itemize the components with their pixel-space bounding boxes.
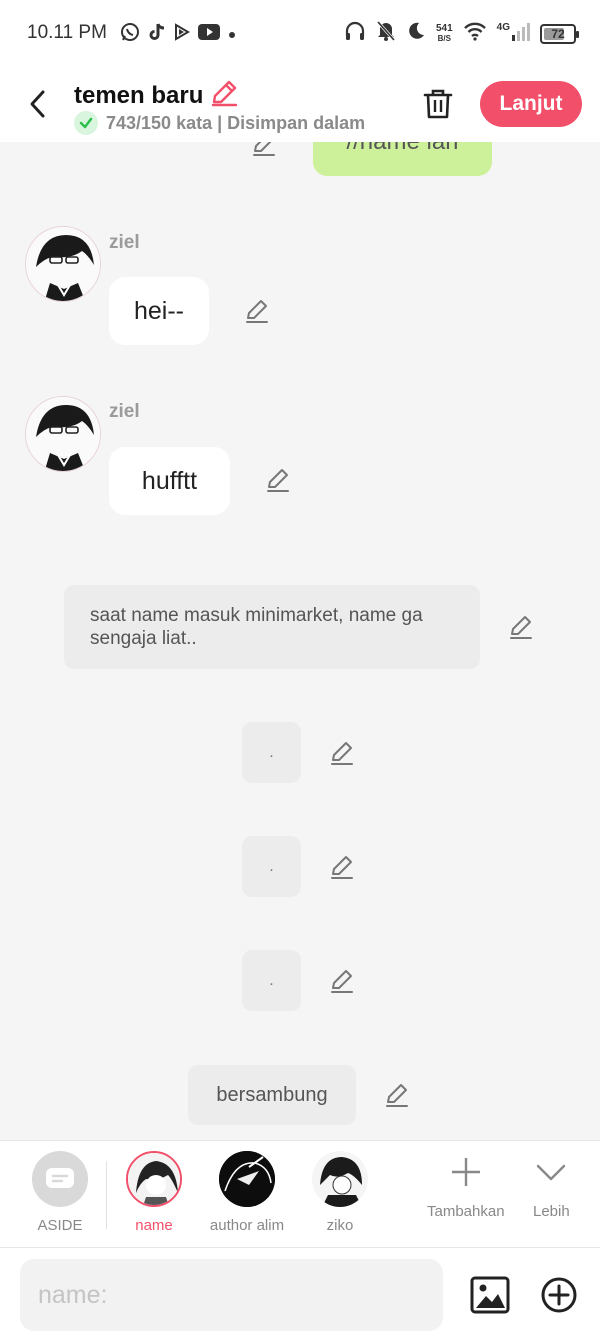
narration-bubble[interactable]: .	[242, 722, 301, 783]
status-time: 10.11 PM	[27, 22, 107, 43]
add-character-button[interactable]: Tambahkan	[427, 1155, 505, 1220]
character-label: ASIDE	[37, 1217, 83, 1234]
plus-icon	[451, 1158, 480, 1186]
wifi-icon	[463, 21, 487, 46]
next-button[interactable]: Lanjut	[480, 81, 582, 127]
character-name[interactable]: name	[109, 1151, 199, 1234]
own-message-bubble[interactable]: //name lari	[313, 142, 492, 176]
play-icon	[174, 23, 190, 46]
edit-message-button[interactable]	[328, 967, 356, 995]
add-button[interactable]	[540, 1276, 578, 1314]
message-bubble[interactable]: hei--	[109, 277, 209, 345]
battery-level: 72	[551, 26, 565, 41]
avatar[interactable]	[25, 226, 101, 302]
plus-circle-icon	[541, 1277, 577, 1313]
character-label: name	[135, 1217, 173, 1234]
edit-message-button[interactable]	[250, 142, 278, 158]
insert-image-button[interactable]	[470, 1275, 510, 1315]
character-bar: ASIDE name author alim ziko Tambahkan Le…	[0, 1140, 600, 1248]
message-bubble[interactable]: hufftt	[109, 447, 230, 515]
avatar	[312, 1151, 368, 1207]
chevron-down-icon	[537, 1164, 566, 1181]
pencil-icon	[246, 300, 268, 323]
avatar[interactable]	[25, 396, 101, 472]
trash-icon	[423, 89, 453, 119]
headphones-icon	[344, 20, 366, 47]
character-label: author alim	[209, 1217, 285, 1234]
edit-title-button[interactable]	[209, 78, 239, 113]
pencil-icon	[386, 1084, 408, 1107]
character-avatar-image	[26, 397, 100, 471]
pencil-icon	[331, 970, 353, 993]
image-icon	[470, 1276, 510, 1314]
edit-message-button[interactable]	[383, 1081, 411, 1109]
character-avatar-image	[26, 227, 100, 301]
title-row: temen baru	[74, 78, 239, 113]
character-label: ziko	[326, 1217, 354, 1234]
ending-bubble[interactable]: bersambung	[188, 1065, 356, 1125]
edit-message-button[interactable]	[328, 739, 356, 767]
notification-icons	[120, 22, 236, 47]
edit-message-button[interactable]	[264, 466, 292, 494]
more-label: Lebih	[533, 1203, 570, 1220]
divider	[106, 1161, 107, 1229]
pencil-icon	[331, 742, 353, 765]
edit-message-button[interactable]	[328, 853, 356, 881]
pencil-icon	[331, 856, 353, 879]
battery-indicator: 72	[540, 23, 579, 44]
youtube-icon	[198, 24, 220, 45]
whatsapp-icon	[120, 22, 140, 47]
narration-bubble[interactable]: .	[242, 836, 301, 897]
system-icons: 541 B/S 4G 72	[344, 20, 579, 47]
pencil-icon	[253, 142, 275, 156]
sender-name: ziel	[109, 401, 140, 422]
back-button[interactable]	[22, 86, 52, 122]
moon-icon	[406, 21, 426, 46]
character-aside[interactable]: ASIDE	[15, 1151, 105, 1234]
narration-bubble[interactable]: saat name masuk minimarket, name ga seng…	[64, 585, 480, 669]
pencil-icon	[267, 469, 289, 492]
check-icon	[74, 111, 98, 135]
mute-bell-icon	[376, 20, 396, 47]
signal-icon	[512, 21, 530, 46]
input-bar	[0, 1248, 600, 1343]
avatar	[219, 1151, 275, 1207]
chat-area[interactable]: //name lari ziel hei-- ziel hufftt saat …	[0, 142, 600, 1140]
status-bar: 10.11 PM 541 B/S 4G 72	[0, 0, 600, 68]
app-header: temen baru 743/150 kata | Disimpan dalam…	[0, 68, 600, 142]
character-author-alim[interactable]: author alim	[202, 1151, 292, 1234]
network-type: 4G	[496, 22, 510, 33]
aside-icon	[32, 1151, 88, 1207]
character-ziko[interactable]: ziko	[295, 1151, 385, 1234]
net-speed-unit: B/S	[437, 33, 451, 43]
message-input[interactable]	[20, 1259, 443, 1331]
tiktok-icon	[148, 22, 166, 47]
sender-name: ziel	[109, 232, 140, 253]
narration-bubble[interactable]: .	[242, 950, 301, 1011]
story-title: temen baru	[74, 81, 204, 109]
more-button[interactable]: Lebih	[533, 1155, 570, 1220]
avatar	[126, 1151, 182, 1207]
edit-message-button[interactable]	[243, 297, 271, 325]
net-speed-value: 541	[435, 22, 453, 34]
back-arrow-icon	[30, 90, 45, 118]
edit-message-button[interactable]	[507, 613, 535, 641]
dot-icon	[228, 26, 236, 44]
word-count-status: 743/150 kata | Disimpan dalam	[106, 112, 366, 133]
pencil-icon	[212, 80, 238, 107]
delete-button[interactable]	[420, 86, 456, 122]
net-speed: 541 B/S	[435, 22, 453, 44]
save-status: 743/150 kata | Disimpan dalam	[74, 111, 365, 135]
pencil-icon	[510, 616, 532, 639]
add-label: Tambahkan	[427, 1203, 505, 1220]
